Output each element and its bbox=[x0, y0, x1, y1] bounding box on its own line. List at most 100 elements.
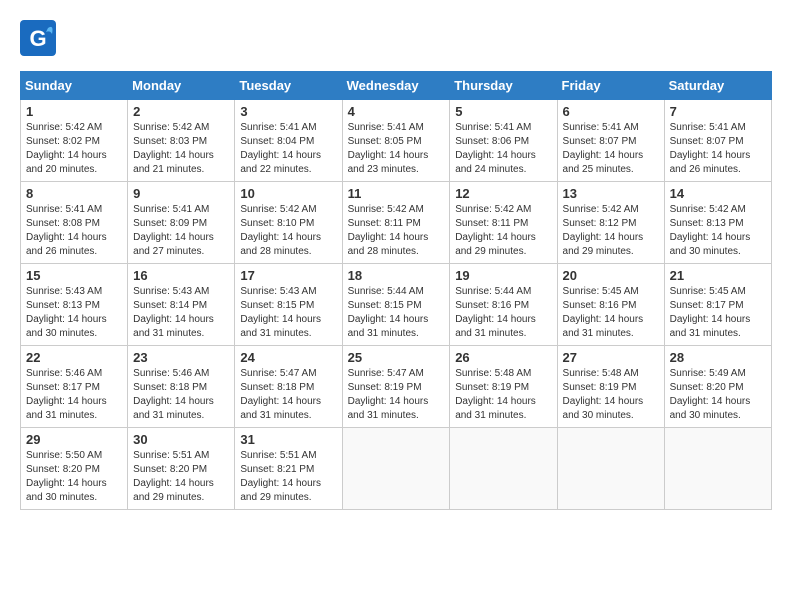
sunrise-text: Sunrise: 5:43 AM bbox=[26, 286, 102, 297]
sunset-text: Sunset: 8:10 PM bbox=[240, 218, 314, 229]
day-cell-15: 15 Sunrise: 5:43 AM Sunset: 8:13 PM Dayl… bbox=[21, 264, 128, 346]
day-number: 19 bbox=[455, 268, 551, 283]
day-cell-14: 14 Sunrise: 5:42 AM Sunset: 8:13 PM Dayl… bbox=[664, 182, 771, 264]
daylight-text: Daylight: 14 hours and 29 minutes. bbox=[133, 478, 214, 503]
empty-cell bbox=[664, 428, 771, 510]
sunset-text: Sunset: 8:20 PM bbox=[670, 382, 744, 393]
weekday-header-sunday: Sunday bbox=[21, 72, 128, 100]
day-number: 8 bbox=[26, 186, 122, 201]
day-cell-4: 4 Sunrise: 5:41 AM Sunset: 8:05 PM Dayli… bbox=[342, 100, 450, 182]
daylight-text: Daylight: 14 hours and 31 minutes. bbox=[348, 314, 429, 339]
day-cell-21: 21 Sunrise: 5:45 AM Sunset: 8:17 PM Dayl… bbox=[664, 264, 771, 346]
day-number: 13 bbox=[563, 186, 659, 201]
day-cell-29: 29 Sunrise: 5:50 AM Sunset: 8:20 PM Dayl… bbox=[21, 428, 128, 510]
day-info: Sunrise: 5:42 AM Sunset: 8:11 PM Dayligh… bbox=[455, 203, 551, 259]
daylight-text: Daylight: 14 hours and 28 minutes. bbox=[240, 232, 321, 257]
day-cell-2: 2 Sunrise: 5:42 AM Sunset: 8:03 PM Dayli… bbox=[128, 100, 235, 182]
day-number: 26 bbox=[455, 350, 551, 365]
sunrise-text: Sunrise: 5:41 AM bbox=[240, 122, 316, 133]
day-number: 28 bbox=[670, 350, 766, 365]
day-number: 6 bbox=[563, 104, 659, 119]
sunrise-text: Sunrise: 5:51 AM bbox=[133, 450, 209, 461]
sunset-text: Sunset: 8:08 PM bbox=[26, 218, 100, 229]
day-info: Sunrise: 5:42 AM Sunset: 8:03 PM Dayligh… bbox=[133, 121, 229, 177]
day-number: 16 bbox=[133, 268, 229, 283]
day-cell-7: 7 Sunrise: 5:41 AM Sunset: 8:07 PM Dayli… bbox=[664, 100, 771, 182]
sunset-text: Sunset: 8:17 PM bbox=[670, 300, 744, 311]
header: G bbox=[20, 20, 772, 61]
svg-text:G: G bbox=[29, 26, 46, 51]
day-number: 9 bbox=[133, 186, 229, 201]
day-number: 30 bbox=[133, 432, 229, 447]
day-cell-24: 24 Sunrise: 5:47 AM Sunset: 8:18 PM Dayl… bbox=[235, 346, 342, 428]
day-info: Sunrise: 5:48 AM Sunset: 8:19 PM Dayligh… bbox=[455, 367, 551, 423]
sunset-text: Sunset: 8:18 PM bbox=[133, 382, 207, 393]
daylight-text: Daylight: 14 hours and 30 minutes. bbox=[670, 396, 751, 421]
daylight-text: Daylight: 14 hours and 31 minutes. bbox=[240, 396, 321, 421]
day-number: 7 bbox=[670, 104, 766, 119]
daylight-text: Daylight: 14 hours and 31 minutes. bbox=[670, 314, 751, 339]
daylight-text: Daylight: 14 hours and 26 minutes. bbox=[26, 232, 107, 257]
daylight-text: Daylight: 14 hours and 30 minutes. bbox=[26, 478, 107, 503]
day-info: Sunrise: 5:50 AM Sunset: 8:20 PM Dayligh… bbox=[26, 449, 122, 505]
day-number: 31 bbox=[240, 432, 336, 447]
day-number: 25 bbox=[348, 350, 445, 365]
daylight-text: Daylight: 14 hours and 31 minutes. bbox=[455, 396, 536, 421]
sunrise-text: Sunrise: 5:41 AM bbox=[670, 122, 746, 133]
weekday-header-saturday: Saturday bbox=[664, 72, 771, 100]
day-cell-9: 9 Sunrise: 5:41 AM Sunset: 8:09 PM Dayli… bbox=[128, 182, 235, 264]
daylight-text: Daylight: 14 hours and 31 minutes. bbox=[133, 396, 214, 421]
daylight-text: Daylight: 14 hours and 31 minutes. bbox=[240, 314, 321, 339]
sunrise-text: Sunrise: 5:41 AM bbox=[133, 204, 209, 215]
sunrise-text: Sunrise: 5:42 AM bbox=[26, 122, 102, 133]
weekday-header-monday: Monday bbox=[128, 72, 235, 100]
weekday-header-thursday: Thursday bbox=[450, 72, 557, 100]
day-info: Sunrise: 5:41 AM Sunset: 8:08 PM Dayligh… bbox=[26, 203, 122, 259]
sunrise-text: Sunrise: 5:41 AM bbox=[563, 122, 639, 133]
daylight-text: Daylight: 14 hours and 29 minutes. bbox=[563, 232, 644, 257]
calendar-table: SundayMondayTuesdayWednesdayThursdayFrid… bbox=[20, 71, 772, 510]
daylight-text: Daylight: 14 hours and 31 minutes. bbox=[455, 314, 536, 339]
daylight-text: Daylight: 14 hours and 29 minutes. bbox=[455, 232, 536, 257]
sunrise-text: Sunrise: 5:42 AM bbox=[240, 204, 316, 215]
sunset-text: Sunset: 8:03 PM bbox=[133, 136, 207, 147]
day-cell-17: 17 Sunrise: 5:43 AM Sunset: 8:15 PM Dayl… bbox=[235, 264, 342, 346]
empty-cell bbox=[450, 428, 557, 510]
sunset-text: Sunset: 8:17 PM bbox=[26, 382, 100, 393]
sunset-text: Sunset: 8:20 PM bbox=[26, 464, 100, 475]
day-info: Sunrise: 5:43 AM Sunset: 8:14 PM Dayligh… bbox=[133, 285, 229, 341]
logo-icon: G bbox=[20, 20, 56, 56]
sunrise-text: Sunrise: 5:43 AM bbox=[133, 286, 209, 297]
day-number: 17 bbox=[240, 268, 336, 283]
day-number: 15 bbox=[26, 268, 122, 283]
day-info: Sunrise: 5:49 AM Sunset: 8:20 PM Dayligh… bbox=[670, 367, 766, 423]
day-cell-31: 31 Sunrise: 5:51 AM Sunset: 8:21 PM Dayl… bbox=[235, 428, 342, 510]
daylight-text: Daylight: 14 hours and 29 minutes. bbox=[240, 478, 321, 503]
day-number: 3 bbox=[240, 104, 336, 119]
day-number: 20 bbox=[563, 268, 659, 283]
sunset-text: Sunset: 8:16 PM bbox=[455, 300, 529, 311]
daylight-text: Daylight: 14 hours and 30 minutes. bbox=[670, 232, 751, 257]
day-cell-25: 25 Sunrise: 5:47 AM Sunset: 8:19 PM Dayl… bbox=[342, 346, 450, 428]
sunset-text: Sunset: 8:19 PM bbox=[455, 382, 529, 393]
calendar-week-row-1: 1 Sunrise: 5:42 AM Sunset: 8:02 PM Dayli… bbox=[21, 100, 772, 182]
day-cell-3: 3 Sunrise: 5:41 AM Sunset: 8:04 PM Dayli… bbox=[235, 100, 342, 182]
day-number: 18 bbox=[348, 268, 445, 283]
day-info: Sunrise: 5:42 AM Sunset: 8:02 PM Dayligh… bbox=[26, 121, 122, 177]
sunrise-text: Sunrise: 5:45 AM bbox=[670, 286, 746, 297]
sunrise-text: Sunrise: 5:46 AM bbox=[133, 368, 209, 379]
day-number: 22 bbox=[26, 350, 122, 365]
sunrise-text: Sunrise: 5:46 AM bbox=[26, 368, 102, 379]
day-number: 2 bbox=[133, 104, 229, 119]
day-number: 12 bbox=[455, 186, 551, 201]
day-info: Sunrise: 5:44 AM Sunset: 8:16 PM Dayligh… bbox=[455, 285, 551, 341]
day-info: Sunrise: 5:41 AM Sunset: 8:07 PM Dayligh… bbox=[563, 121, 659, 177]
day-cell-27: 27 Sunrise: 5:48 AM Sunset: 8:19 PM Dayl… bbox=[557, 346, 664, 428]
sunrise-text: Sunrise: 5:41 AM bbox=[348, 122, 424, 133]
sunset-text: Sunset: 8:09 PM bbox=[133, 218, 207, 229]
day-info: Sunrise: 5:48 AM Sunset: 8:19 PM Dayligh… bbox=[563, 367, 659, 423]
sunrise-text: Sunrise: 5:42 AM bbox=[348, 204, 424, 215]
daylight-text: Daylight: 14 hours and 30 minutes. bbox=[563, 396, 644, 421]
day-cell-23: 23 Sunrise: 5:46 AM Sunset: 8:18 PM Dayl… bbox=[128, 346, 235, 428]
sunset-text: Sunset: 8:19 PM bbox=[348, 382, 422, 393]
